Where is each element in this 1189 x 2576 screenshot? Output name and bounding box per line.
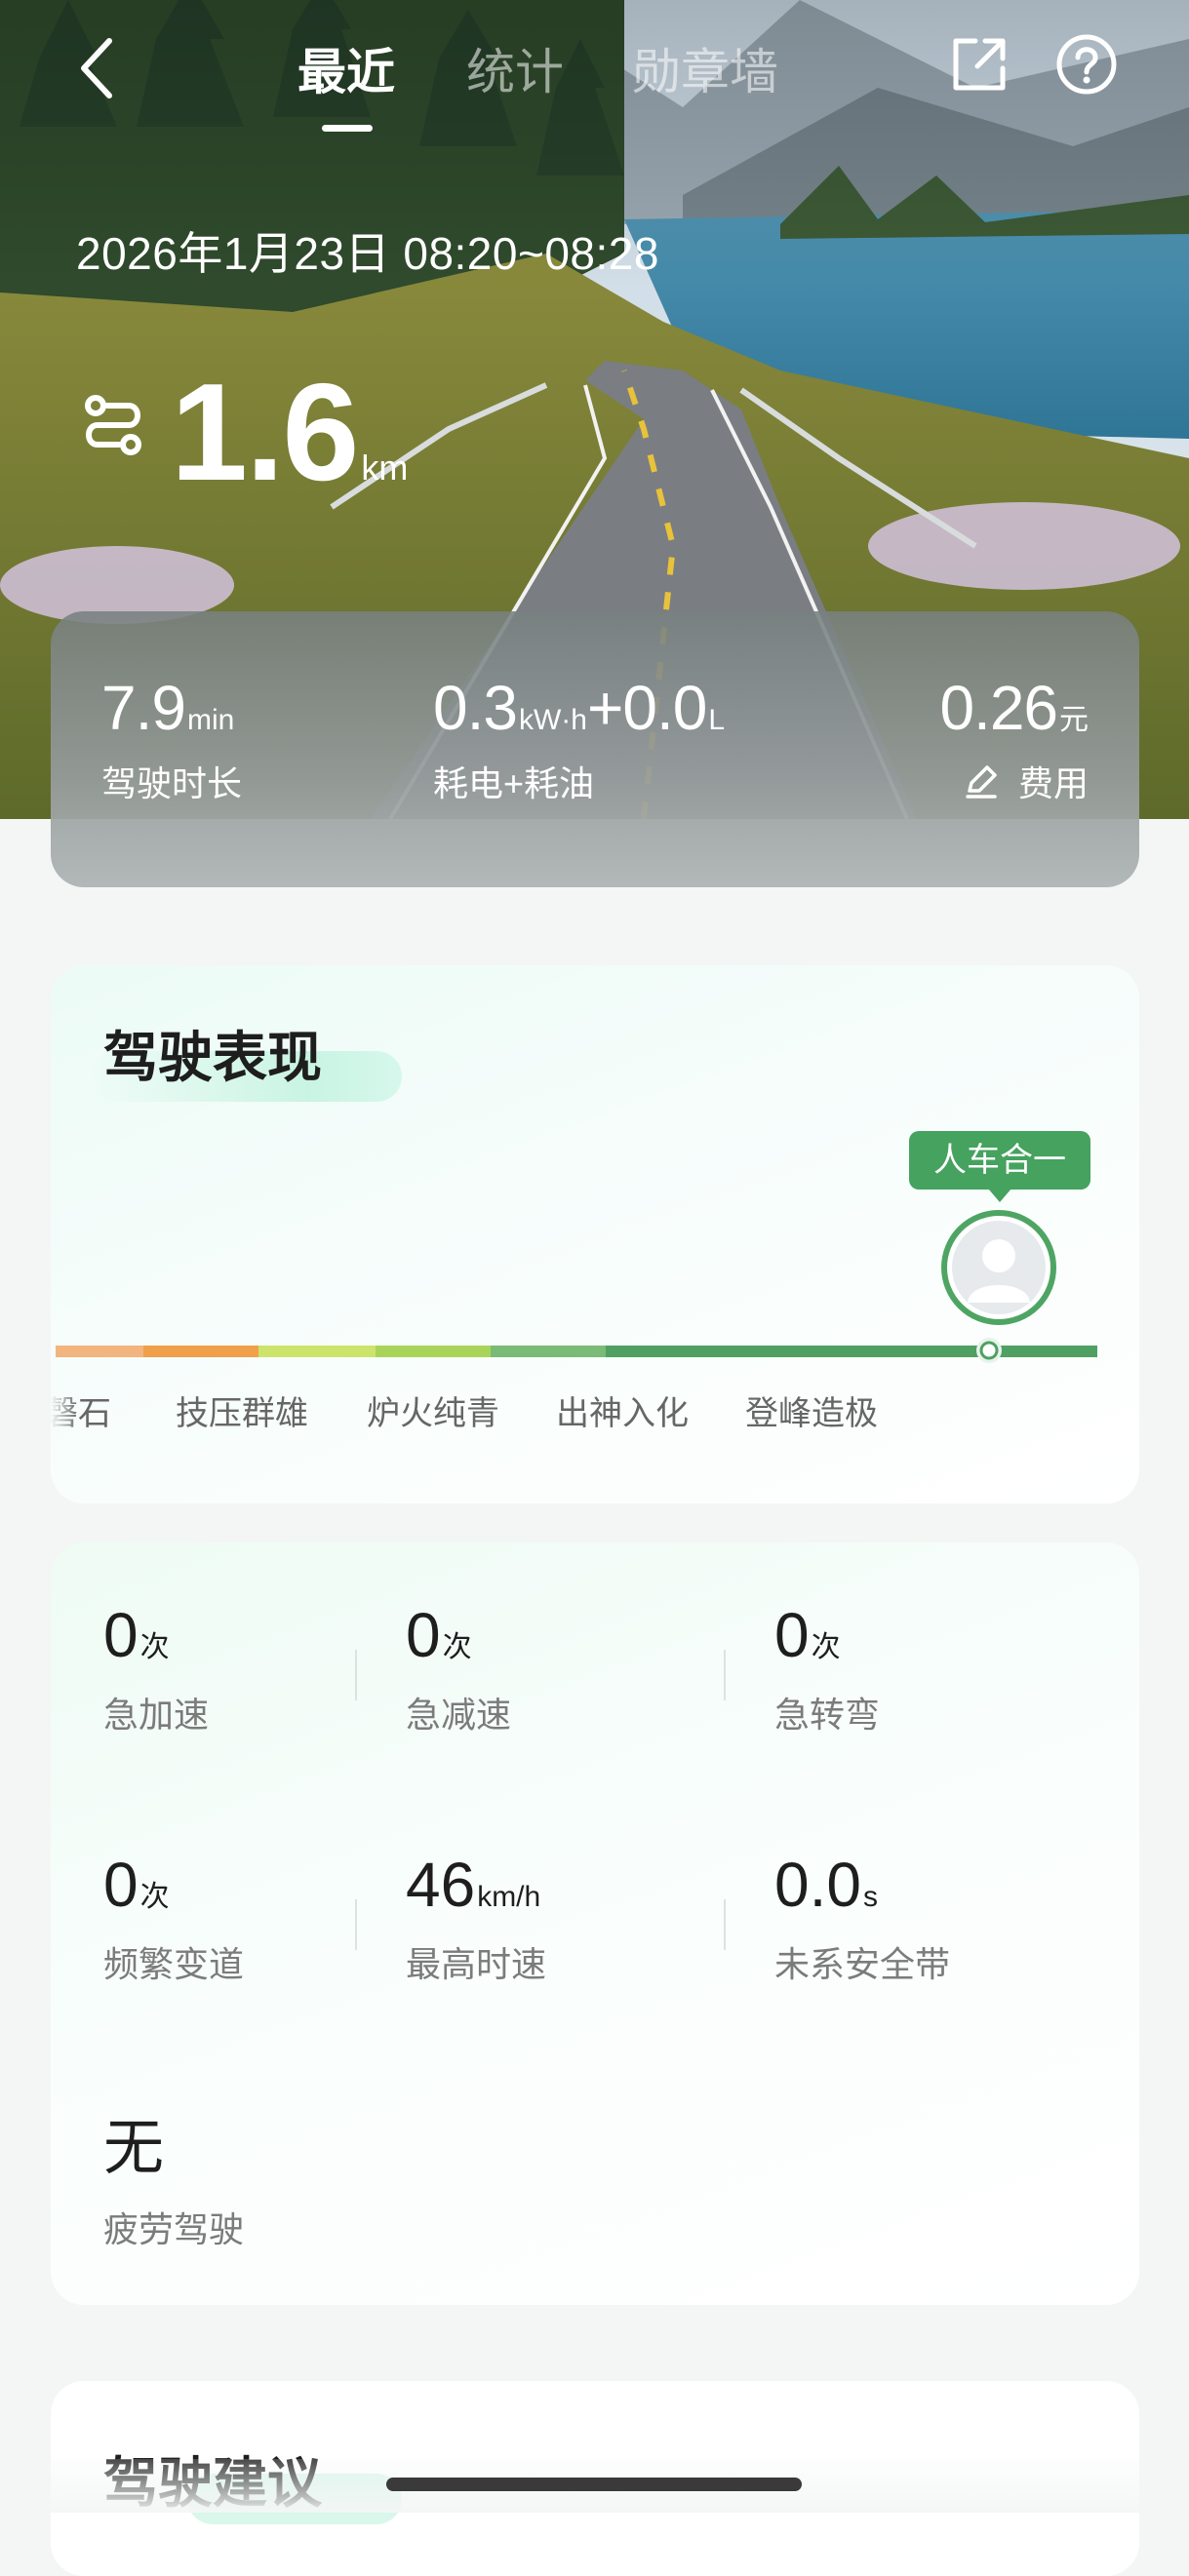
top-speed-value: 46 <box>406 1850 476 1920</box>
share-icon <box>953 38 1006 91</box>
level-seg-6 <box>606 1346 1097 1357</box>
help-button[interactable] <box>1055 33 1118 96</box>
back-button[interactable] <box>70 29 139 107</box>
fuel-unit: L <box>708 704 725 736</box>
tab-medal-wall[interactable]: 勋章墙 <box>632 33 778 103</box>
share-button[interactable] <box>948 33 1011 96</box>
level-name-4: 出神入化 <box>556 1395 689 1432</box>
lane-change-label: 频繁变道 <box>103 1944 245 1984</box>
fatigue-value: 无 <box>103 2115 165 2182</box>
seatbelt-stat: 0.0s 未系安全带 <box>774 1849 950 1987</box>
seatbelt-unit: s <box>862 1881 878 1913</box>
cost-unit: 元 <box>1059 704 1089 736</box>
level-seg-3 <box>258 1346 376 1357</box>
hard-brake-unit: 次 <box>442 1631 472 1663</box>
cost-value: 0.26 <box>939 673 1058 743</box>
duration-stat: 7.9min 驾驶时长 <box>101 672 242 806</box>
performance-title: 驾驶表现 <box>103 1027 322 1088</box>
distance-value: 1.6 <box>171 355 359 510</box>
hard-accel-stat: 0次 急加速 <box>103 1599 209 1737</box>
lane-change-value: 0 <box>103 1850 139 1920</box>
level-seg-2 <box>143 1346 258 1357</box>
current-level-tag: 人车合一 <box>909 1131 1090 1190</box>
help-icon <box>1056 34 1117 95</box>
divider <box>355 1650 357 1700</box>
level-seg-1 <box>56 1346 143 1357</box>
hard-accel-label: 急加速 <box>103 1695 210 1735</box>
trip-distance: 1.6 km <box>171 353 408 513</box>
sharp-turn-unit: 次 <box>811 1631 841 1663</box>
divider <box>724 1899 726 1950</box>
route-icon <box>85 395 141 455</box>
fuel-value: 0.0 <box>622 673 707 743</box>
electric-unit: kW·h <box>518 704 587 736</box>
chevron-left-icon <box>81 38 112 98</box>
distance-unit: km <box>361 448 409 488</box>
top-speed-stat: 46km/h 最高时速 <box>406 1849 546 1987</box>
cost-label: 费用 <box>1017 763 1089 803</box>
seatbelt-value: 0.0 <box>774 1850 861 1920</box>
edit-cost-button[interactable]: 费用 <box>962 756 1089 806</box>
avatar <box>941 1210 1056 1325</box>
tab-recent[interactable]: 最近 <box>297 33 395 103</box>
tag-pointer <box>988 1189 1011 1202</box>
current-level-marker <box>976 1338 1002 1363</box>
trip-summary-card: 7.9min 驾驶时长 0.3kW·h+0.0L 耗电+耗油 0.26元 费用 <box>51 611 1139 887</box>
level-progress-bar <box>56 1346 1097 1357</box>
duration-unit: min <box>186 704 235 736</box>
hard-accel-value: 0 <box>103 1600 139 1670</box>
level-name-5: 登峰造极 <box>745 1395 878 1432</box>
duration-value: 7.9 <box>101 673 186 743</box>
seatbelt-label: 未系安全带 <box>774 1944 951 1984</box>
level-seg-4 <box>376 1346 491 1357</box>
tab-statistics[interactable]: 统计 <box>466 33 564 103</box>
hard-accel-unit: 次 <box>139 1631 170 1663</box>
top-speed-unit: km/h <box>477 1881 541 1913</box>
hard-brake-stat: 0次 急减速 <box>406 1599 511 1737</box>
duration-label: 驾驶时长 <box>101 763 243 803</box>
level-name-3: 炉火纯青 <box>367 1395 499 1432</box>
top-nav-bar: 最近 统计 勋章墙 <box>0 0 1189 137</box>
level-name-2: 技压群雄 <box>176 1395 308 1432</box>
divider <box>724 1650 726 1700</box>
lane-change-stat: 0次 频繁变道 <box>103 1849 244 1987</box>
fatigue-label: 疲劳驾驶 <box>103 2209 245 2249</box>
left-fade <box>51 1375 78 1443</box>
driving-performance-card: 驾驶表现 人车合一 磬石 技压群雄 炉火纯青 出神入化 登峰造极 <box>51 965 1139 1503</box>
pencil-icon <box>966 765 997 799</box>
driving-events-card: 0次 急加速 0次 急减速 0次 急转弯 0次 频繁变道 46km/h 最高时速… <box>51 1542 1139 2305</box>
hard-brake-value: 0 <box>406 1600 441 1670</box>
home-indicator[interactable] <box>386 2478 802 2491</box>
hard-brake-label: 急减速 <box>406 1695 512 1735</box>
active-tab-indicator <box>322 125 373 132</box>
energy-label: 耗电+耗油 <box>433 763 595 803</box>
fatigue-stat: 无 疲劳驾驶 <box>103 2098 244 2252</box>
sharp-turn-value: 0 <box>774 1600 810 1670</box>
electric-value: 0.3 <box>433 673 518 743</box>
sharp-turn-label: 急转弯 <box>774 1695 881 1735</box>
level-seg-5 <box>491 1346 606 1357</box>
trip-time-range: 2026年1月23日 08:20~08:28 <box>76 228 659 279</box>
sharp-turn-stat: 0次 急转弯 <box>774 1599 880 1737</box>
divider <box>355 1899 357 1950</box>
lane-change-unit: 次 <box>139 1881 170 1913</box>
top-speed-label: 最高时速 <box>406 1944 547 1984</box>
energy-plus: + <box>586 673 623 743</box>
energy-stat: 0.3kW·h+0.0L 耗电+耗油 <box>433 672 725 806</box>
cost-stat: 0.26元 费用 <box>939 672 1089 809</box>
